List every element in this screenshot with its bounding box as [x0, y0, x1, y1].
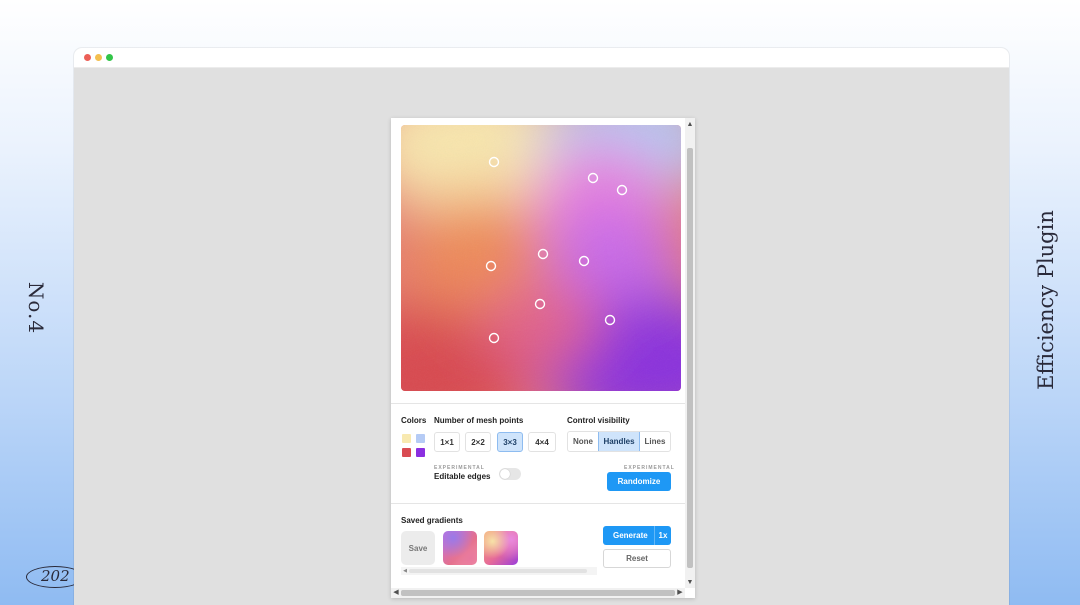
color-swatch-4[interactable]: [416, 448, 425, 457]
saved-gradient-thumbnail-2[interactable]: [484, 531, 518, 565]
mesh-option-1x1[interactable]: 1×1: [434, 432, 460, 452]
panel-vertical-scrollbar[interactable]: ▲ ▼: [685, 118, 695, 588]
control-visibility-label: Control visibility: [567, 416, 630, 425]
scroll-up-arrow[interactable]: ▲: [685, 120, 695, 130]
close-window-button[interactable]: [84, 54, 91, 61]
gradient-canvas[interactable]: [401, 125, 681, 391]
editable-edges-toggle[interactable]: [499, 468, 521, 480]
color-swatch-3[interactable]: [402, 448, 411, 457]
editable-edges-label: Editable edges: [434, 472, 491, 481]
visibility-segmented-control: None Handles Lines: [567, 431, 671, 452]
divider: [391, 503, 685, 504]
generate-multiplier[interactable]: 1x: [654, 526, 671, 545]
scroll-down-arrow[interactable]: ▼: [685, 578, 695, 588]
scroll-right-arrow[interactable]: ▶: [675, 588, 685, 598]
toggle-knob: [500, 469, 510, 479]
scroll-left-arrow[interactable]: ◀: [401, 567, 409, 575]
maximize-window-button[interactable]: [106, 54, 113, 61]
generate-button[interactable]: Generate 1x: [603, 526, 671, 545]
browser-window: Colors Number of mesh points 1×1 2×2 3×3…: [74, 48, 1009, 605]
visibility-option-handles[interactable]: Handles: [598, 432, 640, 451]
scroll-left-arrow[interactable]: ◀: [391, 588, 401, 598]
visibility-option-lines[interactable]: Lines: [640, 432, 670, 451]
generate-label: Generate: [613, 531, 648, 540]
saved-gradients-label: Saved gradients: [401, 516, 463, 525]
issue-number-text: No.4: [24, 281, 48, 335]
minimize-window-button[interactable]: [95, 54, 102, 61]
save-gradient-button[interactable]: Save: [401, 531, 435, 565]
mesh-option-2x2[interactable]: 2×2: [465, 432, 491, 452]
mesh-points-label: Number of mesh points: [434, 416, 524, 425]
color-swatch-2[interactable]: [416, 434, 425, 443]
side-label-left: No.4: [18, 278, 54, 338]
colors-label: Colors: [401, 416, 427, 425]
divider: [391, 403, 685, 404]
plugin-panel: Colors Number of mesh points 1×1 2×2 3×3…: [391, 118, 695, 598]
scrollbar-thumb[interactable]: [687, 148, 693, 568]
saved-gradients-scrollbar[interactable]: ◀: [401, 567, 597, 575]
side-label-right: Efficiency Plugin: [1026, 200, 1066, 400]
scrollbar-thumb[interactable]: [401, 590, 675, 596]
mesh-option-3x3[interactable]: 3×3: [497, 432, 523, 452]
visibility-option-none[interactable]: None: [568, 432, 598, 451]
experimental-tag-edges: EXPERIMENTAL: [434, 465, 485, 471]
reset-button[interactable]: Reset: [603, 549, 671, 568]
color-swatch-1[interactable]: [402, 434, 411, 443]
window-titlebar: [74, 48, 1009, 68]
panel-horizontal-scrollbar[interactable]: ◀ ▶: [391, 588, 685, 598]
plugin-category-text: Efficiency Plugin: [1034, 210, 1059, 390]
randomize-button[interactable]: Randomize: [607, 472, 671, 491]
mesh-option-4x4[interactable]: 4×4: [528, 432, 556, 452]
saved-gradient-thumbnail-1[interactable]: [443, 531, 477, 565]
scrollbar-thumb[interactable]: [409, 569, 587, 573]
gradient-preview: [401, 125, 681, 391]
experimental-tag-randomize: EXPERIMENTAL: [624, 465, 675, 471]
